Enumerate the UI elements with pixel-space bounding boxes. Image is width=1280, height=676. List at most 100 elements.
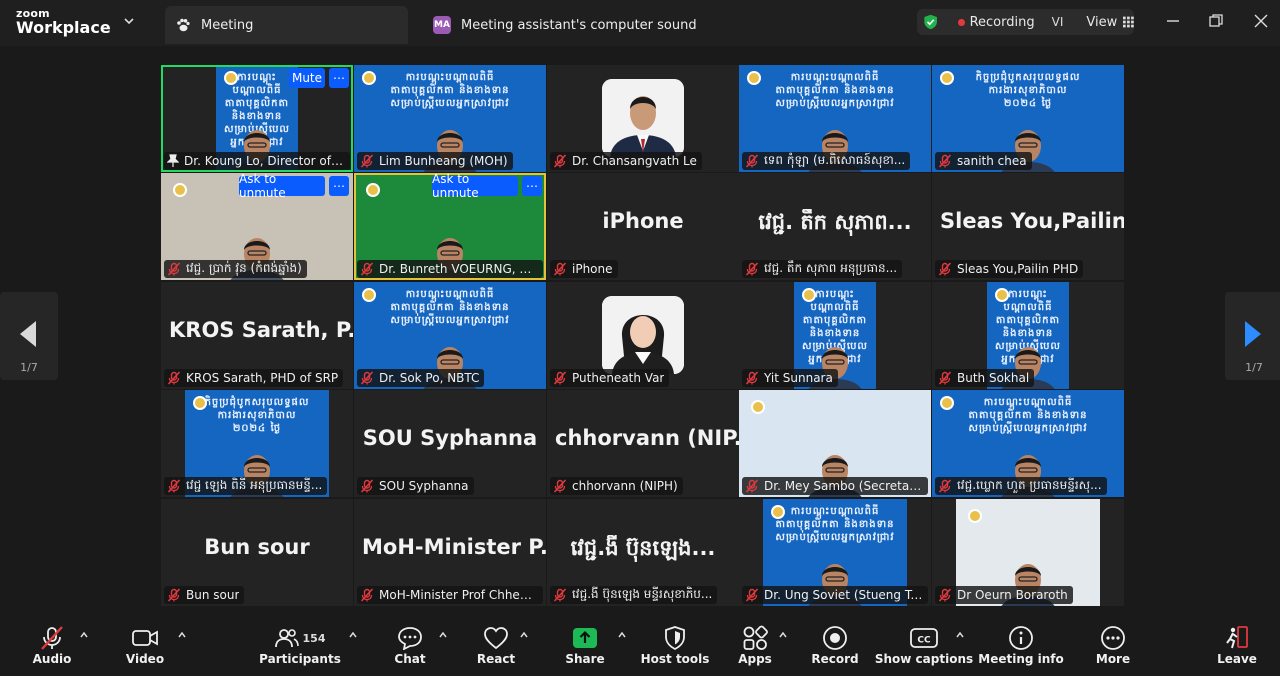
host-tools-button[interactable]: Host tools [640, 616, 710, 676]
participant-tile[interactable]: iPhone iPhone [547, 173, 739, 280]
view-button[interactable]: View [1086, 15, 1117, 30]
banner-text: ការបណ្តុះបណ្តាលពិធី តាតាបុគ្គលិកតា និងខាង… [968, 397, 1088, 434]
microphone-muted-icon [745, 479, 759, 493]
record-button[interactable]: Record [811, 616, 859, 676]
zoom-workplace-logo[interactable]: zoom Workplace [16, 8, 111, 36]
participant-tile[interactable]: KROS Sarath, P... KROS Sarath, PHD of SRP [161, 282, 353, 389]
tab-meeting[interactable]: Meeting [165, 6, 408, 44]
audio-button[interactable]: Audio [30, 616, 74, 676]
microphone-muted-icon [553, 154, 567, 168]
chevron-down-icon[interactable] [122, 14, 136, 28]
apps-options-caret-icon[interactable] [778, 630, 788, 640]
tile-more-options-button[interactable]: ⋯ [522, 176, 542, 196]
participants-button[interactable]: 154 Participants [259, 616, 341, 676]
participant-tile[interactable]: Ask to unmute ⋯ Dr. Bunreth VOEURNG, Dire.… [354, 173, 546, 280]
participant-tile[interactable]: Sleas You,Pailin... Sleas You,Pailin PHD [932, 173, 1124, 280]
tab-meeting-label: Meeting [201, 17, 254, 33]
participant-name-tag: sanith chea [935, 152, 1032, 170]
participant-tile[interactable]: កិច្ចប្រជុំបូកសរុបលទ្ធផល ការងារសុខាភិបាល២… [932, 65, 1124, 172]
participant-tile[interactable]: Ask to unmute ⋯ វេជ្ជ. ប្រាក់ វុន (កំពង់ឆ្… [161, 173, 353, 280]
tile-more-options-button[interactable]: ⋯ [329, 176, 349, 196]
host-tools-label: Host tools [640, 652, 710, 666]
title-bar: zoom Workplace Meeting MA Meeting assist… [0, 0, 1280, 46]
participant-name-tag: Dr. Ung Soviet (Stueng Tren... [742, 586, 928, 604]
ask-to-unmute-button[interactable]: Ask to unmute [239, 173, 325, 200]
meeting-toolbar: Audio Video 154 Participants Chat React … [0, 616, 1280, 676]
participant-tile[interactable]: ការបណ្តុះបណ្តាលពិធី តាតាបុគ្គលិកតា និងខាង… [739, 282, 931, 389]
recording-label[interactable]: Recording [970, 15, 1035, 30]
ministry-emblem-icon [995, 288, 1009, 302]
participant-tile[interactable]: Putheneath Var [547, 282, 739, 389]
participant-name: Dr. Koung Lo, Director of Pr... [184, 154, 345, 168]
participant-tile[interactable]: SOU Syphanna SOU Syphanna [354, 390, 546, 497]
microphone-muted-icon [938, 262, 952, 276]
previous-page-button[interactable]: 1/7 [0, 292, 58, 380]
participant-tile[interactable]: ការបណ្តុះបណ្តាលពិធី តាតាបុគ្គលិកតា និងខាង… [932, 390, 1124, 497]
arrow-right-icon [1245, 321, 1261, 347]
mute-participant-button[interactable]: Mute [289, 68, 325, 88]
participant-name-tag: Sleas You,Pailin PHD [935, 260, 1084, 278]
grid-view-icon[interactable] [1123, 16, 1134, 28]
participant-tile[interactable]: ការបណ្តុះបណ្តាលពិធី តាតាបុគ្គលិកតា និងខាង… [354, 65, 546, 172]
microphone-muted-icon [360, 588, 374, 602]
participant-tile[interactable]: Dr Oeurn Boraroth [932, 499, 1124, 606]
microphone-muted-icon [167, 262, 181, 276]
more-button[interactable]: More [1096, 616, 1130, 676]
participant-name: Dr. Chansangvath Le [572, 154, 697, 168]
participants-options-caret-icon[interactable] [348, 630, 358, 640]
video-button[interactable]: Video [122, 616, 168, 676]
participant-tile[interactable]: ការបណ្តុះបណ្តាលពិធី តាតាបុគ្គលិកតា និងខាង… [739, 65, 932, 172]
show-captions-button[interactable]: CC Show captions [875, 616, 973, 676]
next-page-button[interactable]: 1/7 [1225, 292, 1280, 380]
restore-icon[interactable] [1207, 12, 1225, 30]
participant-tile[interactable]: MoH-Minister P... MoH-Minister Prof Chhea… [354, 499, 546, 606]
close-icon[interactable] [1252, 12, 1270, 30]
participant-tile[interactable]: ការបណ្តុះបណ្តាលពិធី តាតាបុគ្គលិកតា និងខាង… [739, 499, 931, 606]
participant-name-tag: Dr. Sok Po, NBTC [357, 369, 485, 387]
participant-name-tag: វេជ្ជ. តឹក សុភាព អនុប្រធាន... [742, 260, 903, 278]
video-options-caret-icon[interactable] [177, 630, 187, 640]
security-shield-icon[interactable] [923, 13, 938, 31]
participant-tile[interactable]: វេជ្ជ.ងី ប៊ុនឡេង... វេជ្ជ.ងី ប៊ុនឡេង មន្ទ… [547, 499, 739, 606]
participant-tile[interactable]: Dr. Mey Sambo (Secretary of... [739, 390, 931, 497]
share-options-caret-icon[interactable] [617, 630, 627, 640]
participant-name: Yit Sunnara [764, 371, 833, 385]
leave-button[interactable]: Leave [1217, 616, 1257, 676]
meeting-info-label: Meeting info [978, 652, 1064, 666]
participant-name-display: chhorvann (NIP... [555, 426, 739, 450]
share-button[interactable]: Share [565, 616, 605, 676]
react-button[interactable]: React [477, 616, 515, 676]
participant-tile[interactable]: វេជ្ជ. តឹក សុភាព... វេជ្ជ. តឹក សុភាព អនុប… [739, 173, 931, 280]
participant-tile[interactable]: chhorvann (NIP... chhorvann (NIPH) [547, 390, 739, 497]
participant-tile[interactable]: ការបណ្តុះបណ្តាលពិធី តាតាបុគ្គលិកតា និងខាង… [932, 282, 1124, 389]
language-indicator[interactable]: VI [1052, 15, 1064, 29]
audio-options-caret-icon[interactable] [79, 630, 89, 640]
react-options-caret-icon[interactable] [519, 630, 529, 640]
participant-name-tag: Putheneath Var [550, 369, 670, 387]
participant-tile[interactable]: ការបណ្តុះបណ្តាលពិធី តាតាបុគ្គលិកតា និងខាង… [161, 65, 353, 172]
apps-button[interactable]: Apps [737, 616, 773, 676]
apps-label: Apps [738, 652, 772, 666]
participant-tile[interactable]: ការបណ្តុះបណ្តាលពិធី តាតាបុគ្គលិកតា និងខាង… [354, 282, 546, 389]
react-label: React [476, 652, 516, 666]
participant-name: Putheneath Var [572, 371, 665, 385]
participant-tile[interactable]: កិច្ចប្រជុំបូកសរុបលទ្ធផល ការងារសុខាភិបាល២… [161, 390, 353, 497]
captions-options-caret-icon[interactable] [955, 630, 965, 640]
ask-to-unmute-button[interactable]: Ask to unmute [432, 173, 518, 200]
ministry-emblem-icon [173, 183, 187, 197]
tile-more-options-button[interactable]: ⋯ [329, 68, 349, 88]
participant-name-display: Bun sour [204, 535, 310, 559]
host-tools-shield-icon [665, 626, 685, 650]
ministry-emblem-icon [751, 400, 765, 414]
chat-button[interactable]: Chat [392, 616, 428, 676]
participant-tile[interactable]: Dr. Chansangvath Le [547, 65, 739, 172]
participant-tile[interactable]: Bun sour Bun sour [161, 499, 353, 606]
participant-name-tag: KROS Sarath, PHD of SRP [164, 369, 344, 387]
minimize-icon[interactable] [1164, 12, 1182, 30]
tab-meeting-assistant[interactable]: MA Meeting assistant's computer sound [423, 6, 697, 44]
chat-options-caret-icon[interactable] [438, 630, 448, 640]
participant-name-display: វេជ្ជ.ងី ប៊ុនឡេង... [570, 536, 716, 560]
banner-text: ការបណ្តុះបណ្តាលពិធី តាតាបុគ្គលិកតា និងខាង… [390, 289, 510, 326]
meeting-info-button[interactable]: Meeting info [978, 616, 1064, 676]
share-label: Share [565, 652, 605, 666]
